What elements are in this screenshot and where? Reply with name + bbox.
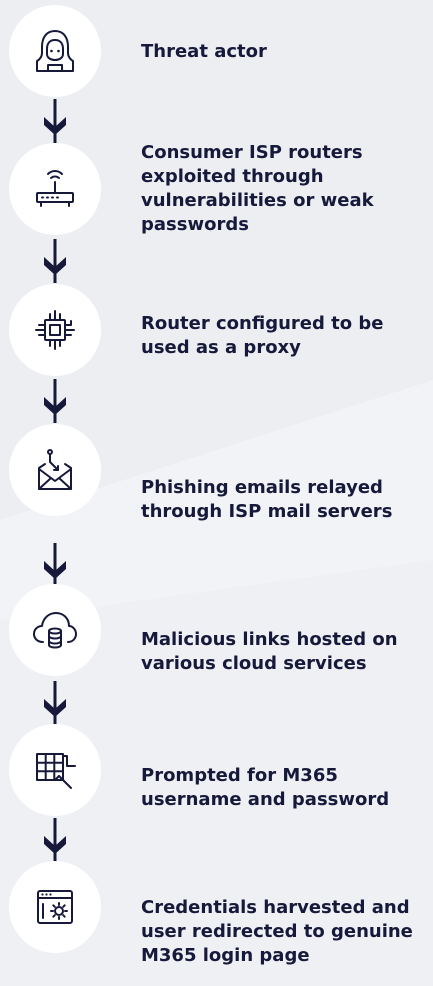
- step-5-label: Malicious links hosted on various cloud …: [141, 629, 398, 674]
- attack-flow: Threat actor Consumer ISP routers exploi…: [0, 0, 433, 986]
- step-7-label: Credentials harvested and user redirecte…: [141, 897, 413, 966]
- arrow-4: [44, 543, 66, 587]
- cloud-database-icon: [33, 612, 77, 649]
- arrow-down-icon: [44, 379, 66, 423]
- step-1-circle: [9, 5, 101, 97]
- step-3-circle: [9, 284, 101, 376]
- browser-settings-icon: [37, 890, 73, 924]
- email-icon: [38, 449, 72, 490]
- hacker-icon: [36, 30, 74, 72]
- arrow-1: [44, 99, 66, 143]
- arrow-3: [44, 379, 66, 423]
- step-6-label: Prompted for M365 username and password: [141, 765, 390, 810]
- step-2-label: Consumer ISP routers exploited through v…: [141, 142, 374, 235]
- arrow-down-icon: [44, 818, 66, 862]
- step-4-label: Phishing emails relayed through ISP mail…: [141, 477, 393, 522]
- arrow-6: [44, 818, 66, 862]
- arrow-2: [44, 239, 66, 283]
- password-grid-icon: [36, 753, 76, 789]
- arrow-down-icon: [44, 543, 66, 587]
- step-3-label: Router configured to be used as a proxy: [141, 313, 384, 358]
- step-2-circle: [9, 143, 101, 235]
- step-5-circle: [9, 584, 101, 676]
- step-1-label: Threat actor: [141, 41, 267, 62]
- step-4-circle: [9, 424, 101, 516]
- router-icon: [36, 170, 74, 207]
- arrow-down-icon: [44, 99, 66, 143]
- step-6-circle: [9, 724, 101, 816]
- chip-icon: [35, 310, 75, 350]
- step-7-circle: [9, 861, 101, 953]
- arrow-5: [44, 681, 66, 725]
- arrow-down-icon: [44, 239, 66, 283]
- arrow-down-icon: [44, 681, 66, 725]
